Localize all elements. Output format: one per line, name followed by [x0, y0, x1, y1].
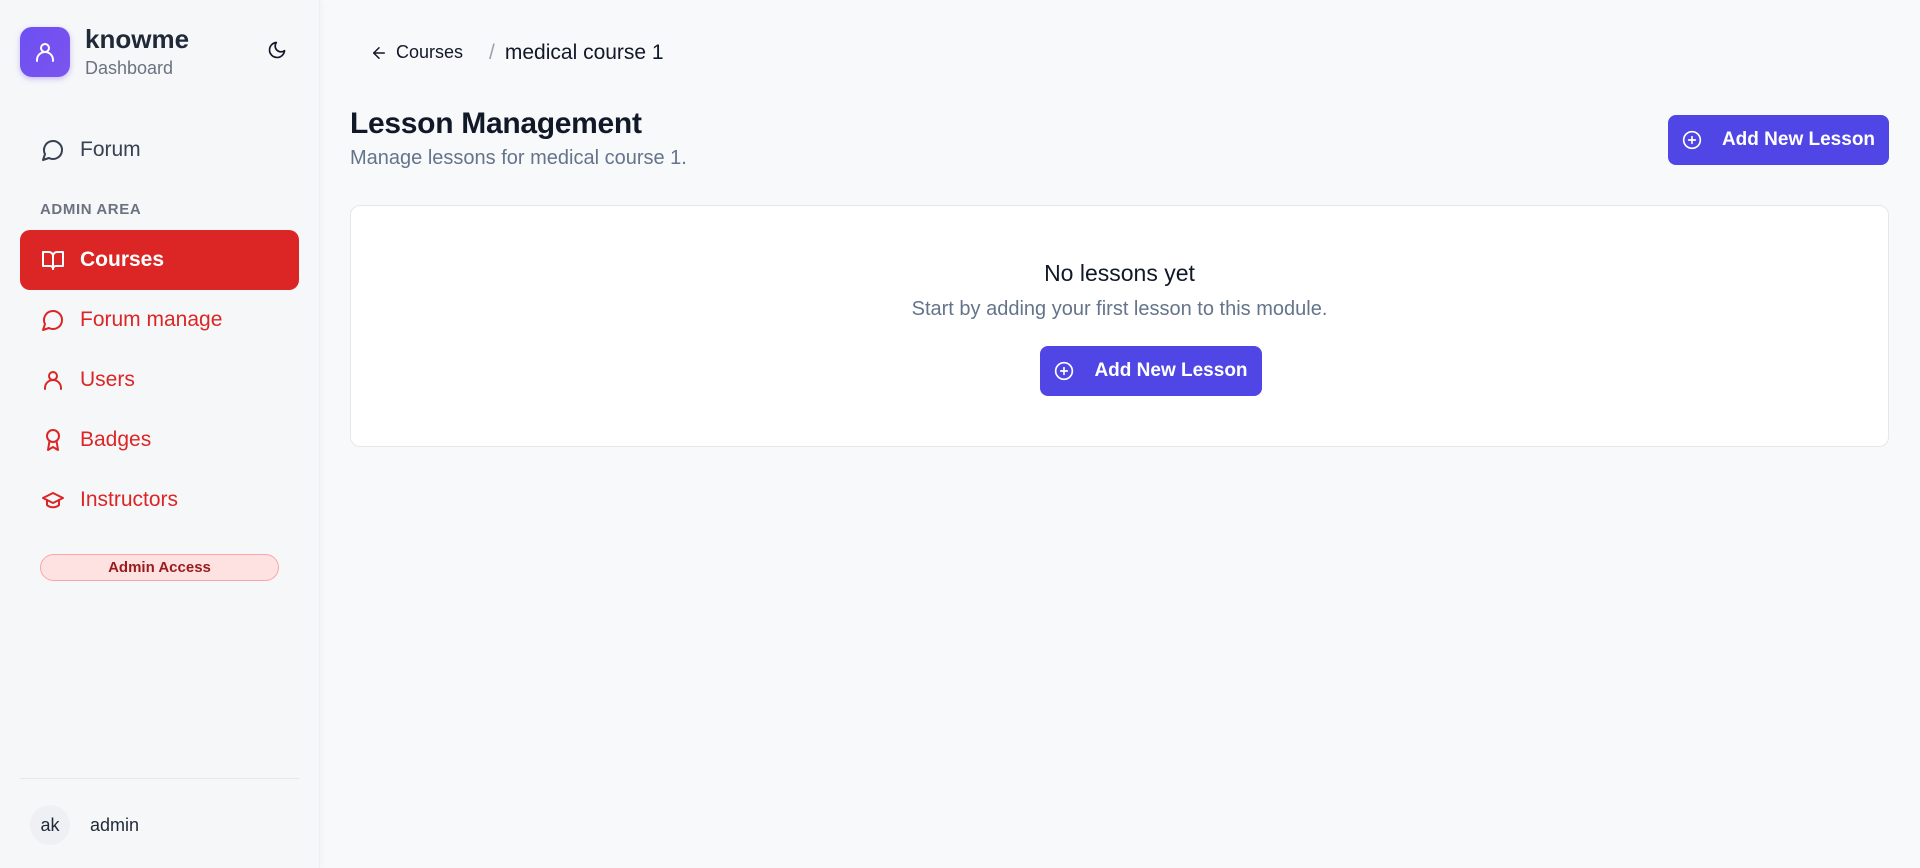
sidebar-item-label: Forum manage: [80, 308, 223, 331]
empty-state-description: Start by adding your first lesson to thi…: [911, 298, 1328, 320]
chat-bubble-icon: [40, 307, 66, 333]
sidebar-item-label: Badges: [80, 428, 152, 451]
section-label-admin-area: ADMIN AREA: [40, 201, 142, 218]
button-label: Add New Lesson: [1721, 129, 1876, 150]
user-profile[interactable]: ak admin: [30, 805, 139, 845]
chat-bubble-icon: [40, 137, 66, 163]
plus-circle-icon: [1054, 361, 1074, 381]
sidebar-item-forum-manage[interactable]: Forum manage: [20, 290, 299, 350]
page-subtitle: Manage lessons for medical course 1.: [350, 147, 687, 169]
book-open-icon: [40, 247, 66, 273]
sidebar-item-label: Users: [80, 368, 135, 391]
arrow-left-icon: [370, 44, 388, 62]
user-icon: [40, 367, 66, 393]
breadcrumb-separator: /: [489, 40, 495, 64]
award-icon: [40, 427, 66, 453]
sidebar-item-instructors[interactable]: Instructors: [20, 470, 299, 530]
brand[interactable]: knowme Dashboard: [20, 24, 189, 80]
button-label: Add New Lesson: [1094, 360, 1248, 381]
sidebar-item-badges[interactable]: Badges: [20, 410, 299, 470]
user-icon: [20, 27, 70, 77]
plus-circle-icon: [1682, 130, 1702, 150]
brand-text: knowme Dashboard: [85, 24, 189, 80]
empty-state-card: No lessons yet Start by adding your firs…: [350, 205, 1889, 447]
sidebar-divider: [20, 778, 299, 779]
sidebar: knowme Dashboard Forum ADMIN AREA Course…: [0, 0, 320, 868]
avatar: ak: [30, 805, 70, 845]
admin-access-badge: Admin Access: [40, 554, 279, 581]
app-root: knowme Dashboard Forum ADMIN AREA Course…: [0, 0, 1920, 868]
sidebar-item-forum[interactable]: Forum: [20, 120, 299, 180]
breadcrumb-current: medical course 1: [504, 40, 664, 64]
graduation-cap-icon: [40, 487, 66, 513]
sidebar-item-label: Forum: [80, 138, 141, 161]
page-title: Lesson Management: [350, 107, 642, 140]
app-subtitle: Dashboard: [85, 58, 174, 78]
user-name: admin: [90, 814, 140, 835]
app-name: knowme: [85, 24, 190, 54]
add-new-lesson-button[interactable]: Add New Lesson: [1668, 115, 1889, 165]
main-content: Courses / medical course 1 Lesson Manage…: [320, 0, 1920, 868]
moon-icon: [267, 40, 287, 60]
sidebar-item-users[interactable]: Users: [20, 350, 299, 410]
empty-state-title: No lessons yet: [1044, 260, 1195, 286]
breadcrumb: Courses / medical course 1: [366, 40, 664, 65]
sidebar-item-courses[interactable]: Courses: [20, 230, 299, 290]
back-to-courses-link[interactable]: Courses: [366, 40, 467, 65]
back-link-label: Courses: [396, 42, 464, 62]
empty-state-add-lesson-button[interactable]: Add New Lesson: [1040, 346, 1262, 396]
sidebar-item-label: Instructors: [80, 488, 179, 511]
sidebar-item-label: Courses: [80, 248, 165, 271]
theme-toggle-button[interactable]: [258, 36, 296, 64]
